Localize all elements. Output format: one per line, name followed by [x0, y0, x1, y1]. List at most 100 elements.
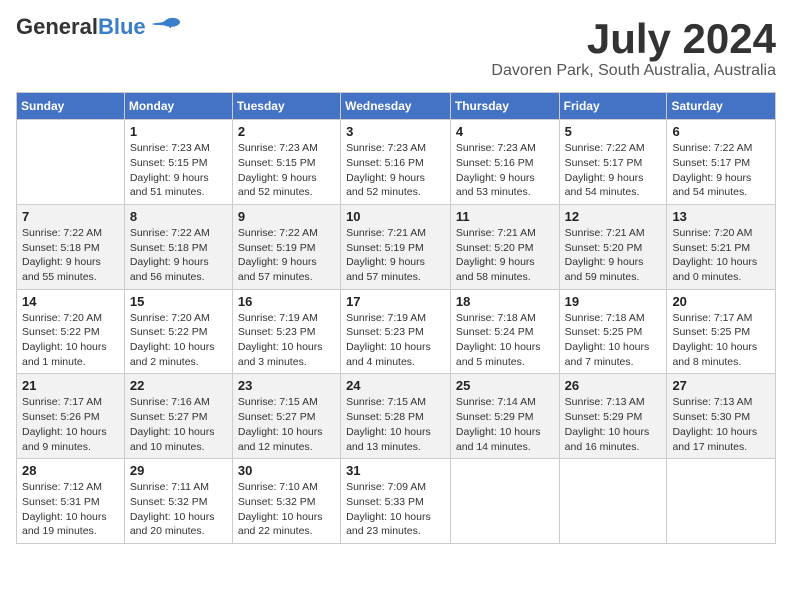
day-number: 27 [672, 378, 770, 393]
logo-blue: Blue [98, 14, 146, 39]
calendar-cell: 15 Sunrise: 7:20 AM Sunset: 5:22 PM Dayli… [124, 289, 232, 374]
day-number: 11 [456, 209, 554, 224]
day-info: Sunrise: 7:20 AM Sunset: 5:21 PM Dayligh… [672, 226, 770, 285]
day-number: 18 [456, 294, 554, 309]
calendar-week-row: 1 Sunrise: 7:23 AM Sunset: 5:15 PM Daylig… [17, 120, 776, 205]
calendar-cell: 12 Sunrise: 7:21 AM Sunset: 5:20 PM Dayli… [559, 204, 667, 289]
day-number: 19 [565, 294, 662, 309]
weekday-header: Friday [559, 93, 667, 120]
weekday-header: Monday [124, 93, 232, 120]
calendar-cell: 27 Sunrise: 7:13 AM Sunset: 5:30 PM Dayli… [667, 374, 776, 459]
calendar-cell: 17 Sunrise: 7:19 AM Sunset: 5:23 PM Dayli… [341, 289, 451, 374]
day-info: Sunrise: 7:13 AM Sunset: 5:30 PM Dayligh… [672, 395, 770, 454]
calendar-week-row: 21Sunrise: 7:17 AM Sunset: 5:26 PM Dayli… [17, 374, 776, 459]
day-info: Sunrise: 7:14 AM Sunset: 5:29 PM Dayligh… [456, 395, 554, 454]
day-number: 30 [238, 463, 335, 478]
calendar-cell: 26 Sunrise: 7:13 AM Sunset: 5:29 PM Dayli… [559, 374, 667, 459]
day-number: 16 [238, 294, 335, 309]
calendar-cell: 13 Sunrise: 7:20 AM Sunset: 5:21 PM Dayli… [667, 204, 776, 289]
day-number: 15 [130, 294, 227, 309]
day-number: 4 [456, 124, 554, 139]
day-number: 20 [672, 294, 770, 309]
calendar-cell: 20 Sunrise: 7:17 AM Sunset: 5:25 PM Dayli… [667, 289, 776, 374]
calendar-week-row: 28Sunrise: 7:12 AM Sunset: 5:31 PM Dayli… [17, 459, 776, 544]
day-number: 24 [346, 378, 445, 393]
day-info: Sunrise: 7:17 AM Sunset: 5:25 PM Dayligh… [672, 311, 770, 370]
calendar-cell: 21Sunrise: 7:17 AM Sunset: 5:26 PM Dayli… [17, 374, 125, 459]
calendar-cell: 10Sunrise: 7:21 AM Sunset: 5:19 PM Dayli… [341, 204, 451, 289]
calendar-cell: 29 Sunrise: 7:11 AM Sunset: 5:32 PM Dayli… [124, 459, 232, 544]
day-info: Sunrise: 7:22 AM Sunset: 5:17 PM Dayligh… [672, 141, 770, 200]
day-info: Sunrise: 7:19 AM Sunset: 5:23 PM Dayligh… [346, 311, 445, 370]
day-number: 7 [22, 209, 119, 224]
day-number: 31 [346, 463, 445, 478]
day-info: Sunrise: 7:19 AM Sunset: 5:23 PM Dayligh… [238, 311, 335, 370]
day-info: Sunrise: 7:20 AM Sunset: 5:22 PM Dayligh… [130, 311, 227, 370]
day-info: Sunrise: 7:23 AM Sunset: 5:16 PM Dayligh… [456, 141, 554, 200]
calendar-cell: 25 Sunrise: 7:14 AM Sunset: 5:29 PM Dayli… [450, 374, 559, 459]
calendar-cell [17, 120, 125, 205]
weekday-header: Wednesday [341, 93, 451, 120]
day-number: 13 [672, 209, 770, 224]
logo: GeneralBlue [16, 16, 182, 38]
weekday-header: Sunday [17, 93, 125, 120]
day-number: 2 [238, 124, 335, 139]
calendar-cell [450, 459, 559, 544]
weekday-header: Tuesday [232, 93, 340, 120]
logo-general: General [16, 14, 98, 39]
day-info: Sunrise: 7:21 AM Sunset: 5:20 PM Dayligh… [456, 226, 554, 285]
calendar-week-row: 14 Sunrise: 7:20 AM Sunset: 5:22 PM Dayli… [17, 289, 776, 374]
day-info: Sunrise: 7:13 AM Sunset: 5:29 PM Dayligh… [565, 395, 662, 454]
header: GeneralBlue July 2024 Davoren Park, Sout… [16, 16, 776, 80]
calendar-cell: 5Sunrise: 7:22 AM Sunset: 5:17 PM Daylig… [559, 120, 667, 205]
weekday-header: Thursday [450, 93, 559, 120]
day-info: Sunrise: 7:23 AM Sunset: 5:15 PM Dayligh… [130, 141, 227, 200]
calendar-cell: 22Sunrise: 7:16 AM Sunset: 5:27 PM Dayli… [124, 374, 232, 459]
day-info: Sunrise: 7:15 AM Sunset: 5:27 PM Dayligh… [238, 395, 335, 454]
day-info: Sunrise: 7:23 AM Sunset: 5:16 PM Dayligh… [346, 141, 445, 200]
day-info: Sunrise: 7:22 AM Sunset: 5:19 PM Dayligh… [238, 226, 335, 285]
calendar-cell: 4 Sunrise: 7:23 AM Sunset: 5:16 PM Daylig… [450, 120, 559, 205]
day-number: 3 [346, 124, 445, 139]
day-number: 22 [130, 378, 227, 393]
logo-bird-icon [150, 16, 182, 38]
day-info: Sunrise: 7:22 AM Sunset: 5:18 PM Dayligh… [22, 226, 119, 285]
calendar-cell [559, 459, 667, 544]
calendar-cell: 19Sunrise: 7:18 AM Sunset: 5:25 PM Dayli… [559, 289, 667, 374]
day-number: 14 [22, 294, 119, 309]
day-info: Sunrise: 7:15 AM Sunset: 5:28 PM Dayligh… [346, 395, 445, 454]
calendar-cell: 7 Sunrise: 7:22 AM Sunset: 5:18 PM Daylig… [17, 204, 125, 289]
calendar-cell: 6Sunrise: 7:22 AM Sunset: 5:17 PM Daylig… [667, 120, 776, 205]
calendar-header-row: SundayMondayTuesdayWednesdayThursdayFrid… [17, 93, 776, 120]
day-number: 29 [130, 463, 227, 478]
day-info: Sunrise: 7:21 AM Sunset: 5:20 PM Dayligh… [565, 226, 662, 285]
day-number: 25 [456, 378, 554, 393]
calendar-cell: 8 Sunrise: 7:22 AM Sunset: 5:18 PM Daylig… [124, 204, 232, 289]
calendar-cell: 28Sunrise: 7:12 AM Sunset: 5:31 PM Dayli… [17, 459, 125, 544]
day-number: 23 [238, 378, 335, 393]
day-number: 8 [130, 209, 227, 224]
calendar-table: SundayMondayTuesdayWednesdayThursdayFrid… [16, 92, 776, 544]
day-info: Sunrise: 7:18 AM Sunset: 5:24 PM Dayligh… [456, 311, 554, 370]
weekday-header: Saturday [667, 93, 776, 120]
day-info: Sunrise: 7:22 AM Sunset: 5:18 PM Dayligh… [130, 226, 227, 285]
day-info: Sunrise: 7:11 AM Sunset: 5:32 PM Dayligh… [130, 480, 227, 539]
day-number: 5 [565, 124, 662, 139]
day-number: 12 [565, 209, 662, 224]
day-number: 21 [22, 378, 119, 393]
calendar-cell: 1 Sunrise: 7:23 AM Sunset: 5:15 PM Daylig… [124, 120, 232, 205]
day-number: 17 [346, 294, 445, 309]
calendar-cell: 3 Sunrise: 7:23 AM Sunset: 5:16 PM Daylig… [341, 120, 451, 205]
day-info: Sunrise: 7:23 AM Sunset: 5:15 PM Dayligh… [238, 141, 335, 200]
day-info: Sunrise: 7:09 AM Sunset: 5:33 PM Dayligh… [346, 480, 445, 539]
month-title: July 2024 [491, 16, 776, 62]
day-number: 28 [22, 463, 119, 478]
calendar-cell [667, 459, 776, 544]
calendar-cell: 16 Sunrise: 7:19 AM Sunset: 5:23 PM Dayli… [232, 289, 340, 374]
day-number: 26 [565, 378, 662, 393]
day-number: 9 [238, 209, 335, 224]
title-area: July 2024 Davoren Park, South Australia,… [491, 16, 776, 80]
calendar-cell: 24 Sunrise: 7:15 AM Sunset: 5:28 PM Dayli… [341, 374, 451, 459]
day-number: 1 [130, 124, 227, 139]
calendar-cell: 31 Sunrise: 7:09 AM Sunset: 5:33 PM Dayli… [341, 459, 451, 544]
